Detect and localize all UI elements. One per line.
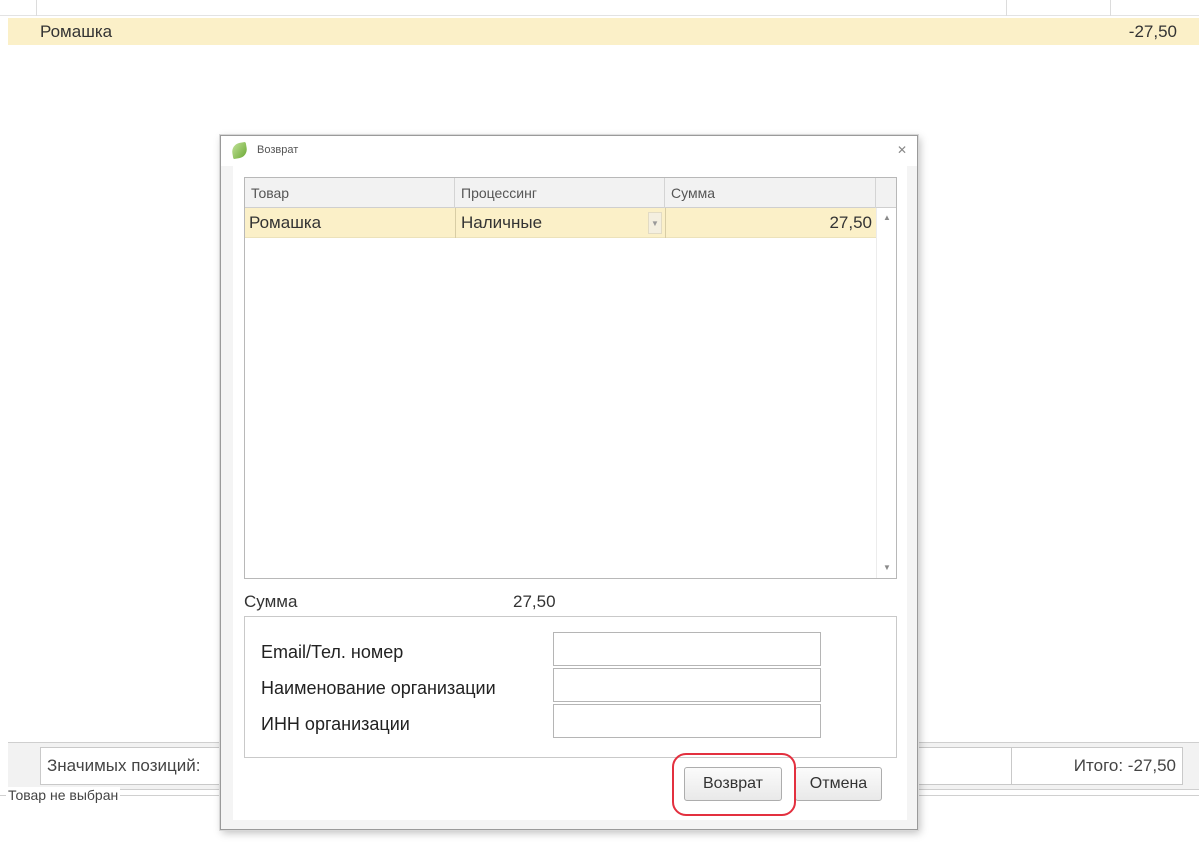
dialog-title: Возврат [257,144,299,156]
column-divider [1006,0,1007,16]
column-header-processing[interactable]: Процессинг [455,178,665,208]
email-phone-input[interactable] [553,632,821,666]
product-info-legend: Товар не выбран [6,787,121,803]
triangle-up-icon[interactable]: ▲ [877,210,897,226]
cancel-button[interactable]: Отмена [795,767,882,801]
row-product-name: Ромашка [40,22,113,41]
total-field: Итого: -27,50 [1011,747,1183,785]
main-window: Ромашка -27,50 Значимых позиций: Итого: … [0,0,1199,865]
column-header-product[interactable]: Товар [245,178,455,208]
organization-name-input[interactable] [553,668,821,702]
triangle-down-icon[interactable]: ▼ [877,560,897,576]
dialog-content: Товар Процессинг Сумма Ромашка Наличные … [233,166,907,820]
column-divider [36,0,37,16]
sum-label: Сумма [244,592,298,611]
chevron-down-icon[interactable]: ▼ [648,212,662,234]
cell-divider [455,208,456,238]
email-phone-label: Email/Тел. номер [261,642,404,662]
return-button[interactable]: Возврат [684,767,782,801]
organization-inn-label: ИНН организации [261,714,410,734]
column-header-amount[interactable]: Сумма [665,178,876,208]
positions-count-field: Значимых позиций: [40,747,230,785]
dialog-titlebar[interactable]: Возврат ✕ [221,136,917,166]
grid-header-line [0,0,1199,16]
row-amount: -27,50 [1128,22,1177,41]
organization-inn-input[interactable] [553,704,821,738]
column-divider [1110,0,1111,16]
background-table-row[interactable]: Ромашка -27,50 [8,18,1199,45]
sum-value: 27,50 [513,592,556,611]
vertical-scrollbar[interactable]: ▲ ▼ [876,208,896,578]
cell-product: Ромашка [249,213,322,232]
grid-header: Товар Процессинг Сумма [245,178,896,208]
return-dialog: Возврат ✕ Товар Процессинг Сумма Ромашка… [220,135,918,830]
table-row[interactable]: Ромашка Наличные ▼ 27,50 [245,208,876,238]
receipt-details-group: Email/Тел. номер Наименование организаци… [244,616,897,758]
return-items-grid: Товар Процессинг Сумма Ромашка Наличные … [244,177,897,579]
organization-name-label: Наименование организации [261,678,496,698]
cell-amount: 27,50 [829,213,872,232]
close-icon[interactable]: ✕ [897,143,907,157]
cell-processing[interactable]: Наличные [457,208,647,238]
leaf-icon [230,141,249,160]
